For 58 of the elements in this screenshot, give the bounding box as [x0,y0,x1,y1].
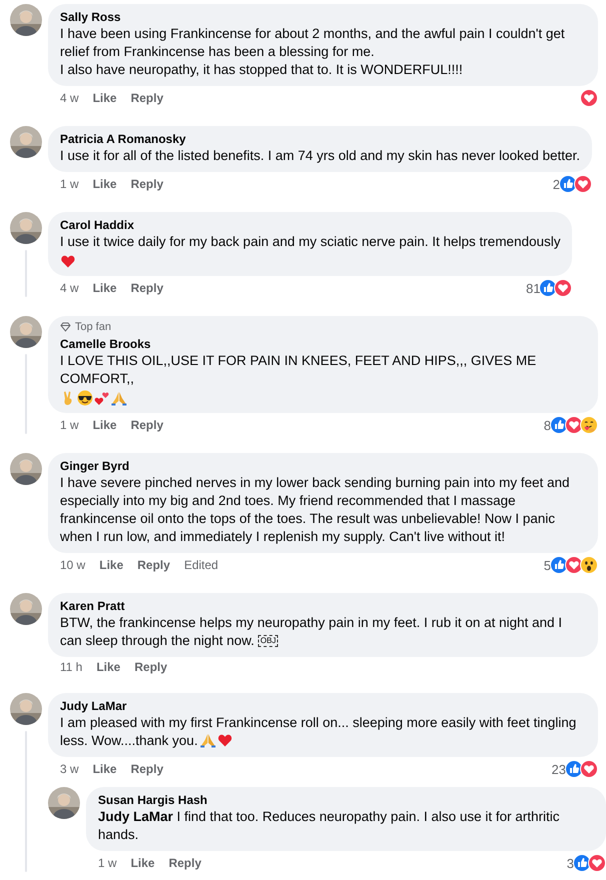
sunglasses-face-icon [77,390,93,406]
like-link[interactable]: Like [92,418,117,432]
comment-text: I LOVE THIS OIL,,USE IT FOR PAIN IN KNEES, FEET AND HIPS,,, GIVES ME COMFORT,, [60,352,538,388]
commenter-name[interactable]: Susan Hargis Hash [98,792,594,808]
comment-text: I use it twice daily for my back pain and my sciatic nerve pain. It helps tremendously [60,233,560,251]
diamond-icon [60,322,71,332]
reply-link[interactable]: Reply [130,177,164,191]
obj-glyph-box: OBJ [258,635,278,648]
comment-time[interactable]: 4 w [60,91,79,105]
heart-icon [60,253,76,269]
reaction-count[interactable]: 3 [566,856,574,870]
reply-link[interactable]: Reply [130,418,164,432]
comment-time[interactable]: 11 h [60,660,82,674]
edited-label: Edited [184,558,218,572]
comment-time[interactable]: 3 w [60,762,79,776]
reply-link[interactable]: Reply [130,91,164,105]
praying-hands-icon [111,390,127,406]
reply-link[interactable]: Reply [134,660,168,674]
like-link[interactable]: Like [99,558,124,572]
top-fan-label: Top fan [75,321,112,333]
comment-time[interactable]: 4 w [60,281,79,295]
heart-icon [216,732,233,748]
commenter-name[interactable]: Karen Pratt [60,598,586,614]
comment-text: BTW, the frankincense helps my neuropathy pain in my feet. I rub it on at night and I can sleep through the night now. OBJ [60,614,564,650]
comment-text: I have severe pinched nerves in my lower back sending burning pain into my feet and especially into my big and 2nd toes. My friend recommended that I massage frankincense oil onto the tops of the toes. The result was unbelievable! Now I panic when I run low, and immediately I replenish my supply. Can't live without it! [60,474,571,546]
commenter-name[interactable]: Carol Haddix [60,217,560,233]
hugging-face-icon [580,416,598,434]
commenter-name[interactable]: Judy LaMar [60,698,586,714]
reaction-count[interactable]: 81 [526,280,540,296]
reply-link[interactable]: Reply [130,281,164,295]
comment-time[interactable]: 1 w [60,418,79,432]
reply-link[interactable]: Reply [137,558,170,572]
commenter-name[interactable]: Sally Ross [60,9,586,25]
commenter-name[interactable]: Patricia A Romanosky [60,131,580,147]
commenter-name[interactable]: Ginger Byrd [60,458,586,474]
praying-hands-icon [200,732,216,748]
comment-text: Judy LaMar I find that too. Reduces neuropathy pain. I also use it for arthritic hands. [98,808,560,844]
like-link[interactable]: Like [92,281,117,295]
reply-link[interactable]: Reply [130,762,164,776]
comment-time[interactable]: 10 w [60,558,86,572]
comment-time[interactable]: 1 w [60,177,79,191]
comment-text: I am pleased with my first Frankincense roll on... sleeping more easily with feet tingling less. Wow....thank you. [60,714,578,750]
comment-time[interactable]: 1 w [98,856,117,870]
like-link[interactable]: Like [96,660,120,674]
two-hearts-icon [94,390,110,406]
comment-text: I use it for all of the listed benefits. I am 74 yrs old and my skin has never looked better. [60,147,580,165]
reaction-count[interactable]: 8 [544,418,551,432]
like-link[interactable]: Like [92,91,117,105]
like-link[interactable]: Like [92,762,117,776]
like-link[interactable]: Like [130,856,155,870]
reaction-count[interactable]: 23 [552,762,566,776]
comment-text: I have been using Frankincense for about 2 months, and the awful pain I couldn't get relief from Frankincense has been a blessing for me. I also have neuropathy, it has stopped that to. It is WONDERFUL!!!! [60,25,566,79]
surprised-face-icon [580,556,598,574]
like-link[interactable]: Like [92,177,117,191]
reaction-count[interactable]: 5 [544,558,551,572]
reply-link[interactable]: Reply [168,856,202,870]
reaction-count[interactable]: 2 [552,176,560,192]
commenter-name[interactable]: Camelle Brooks [60,336,586,352]
